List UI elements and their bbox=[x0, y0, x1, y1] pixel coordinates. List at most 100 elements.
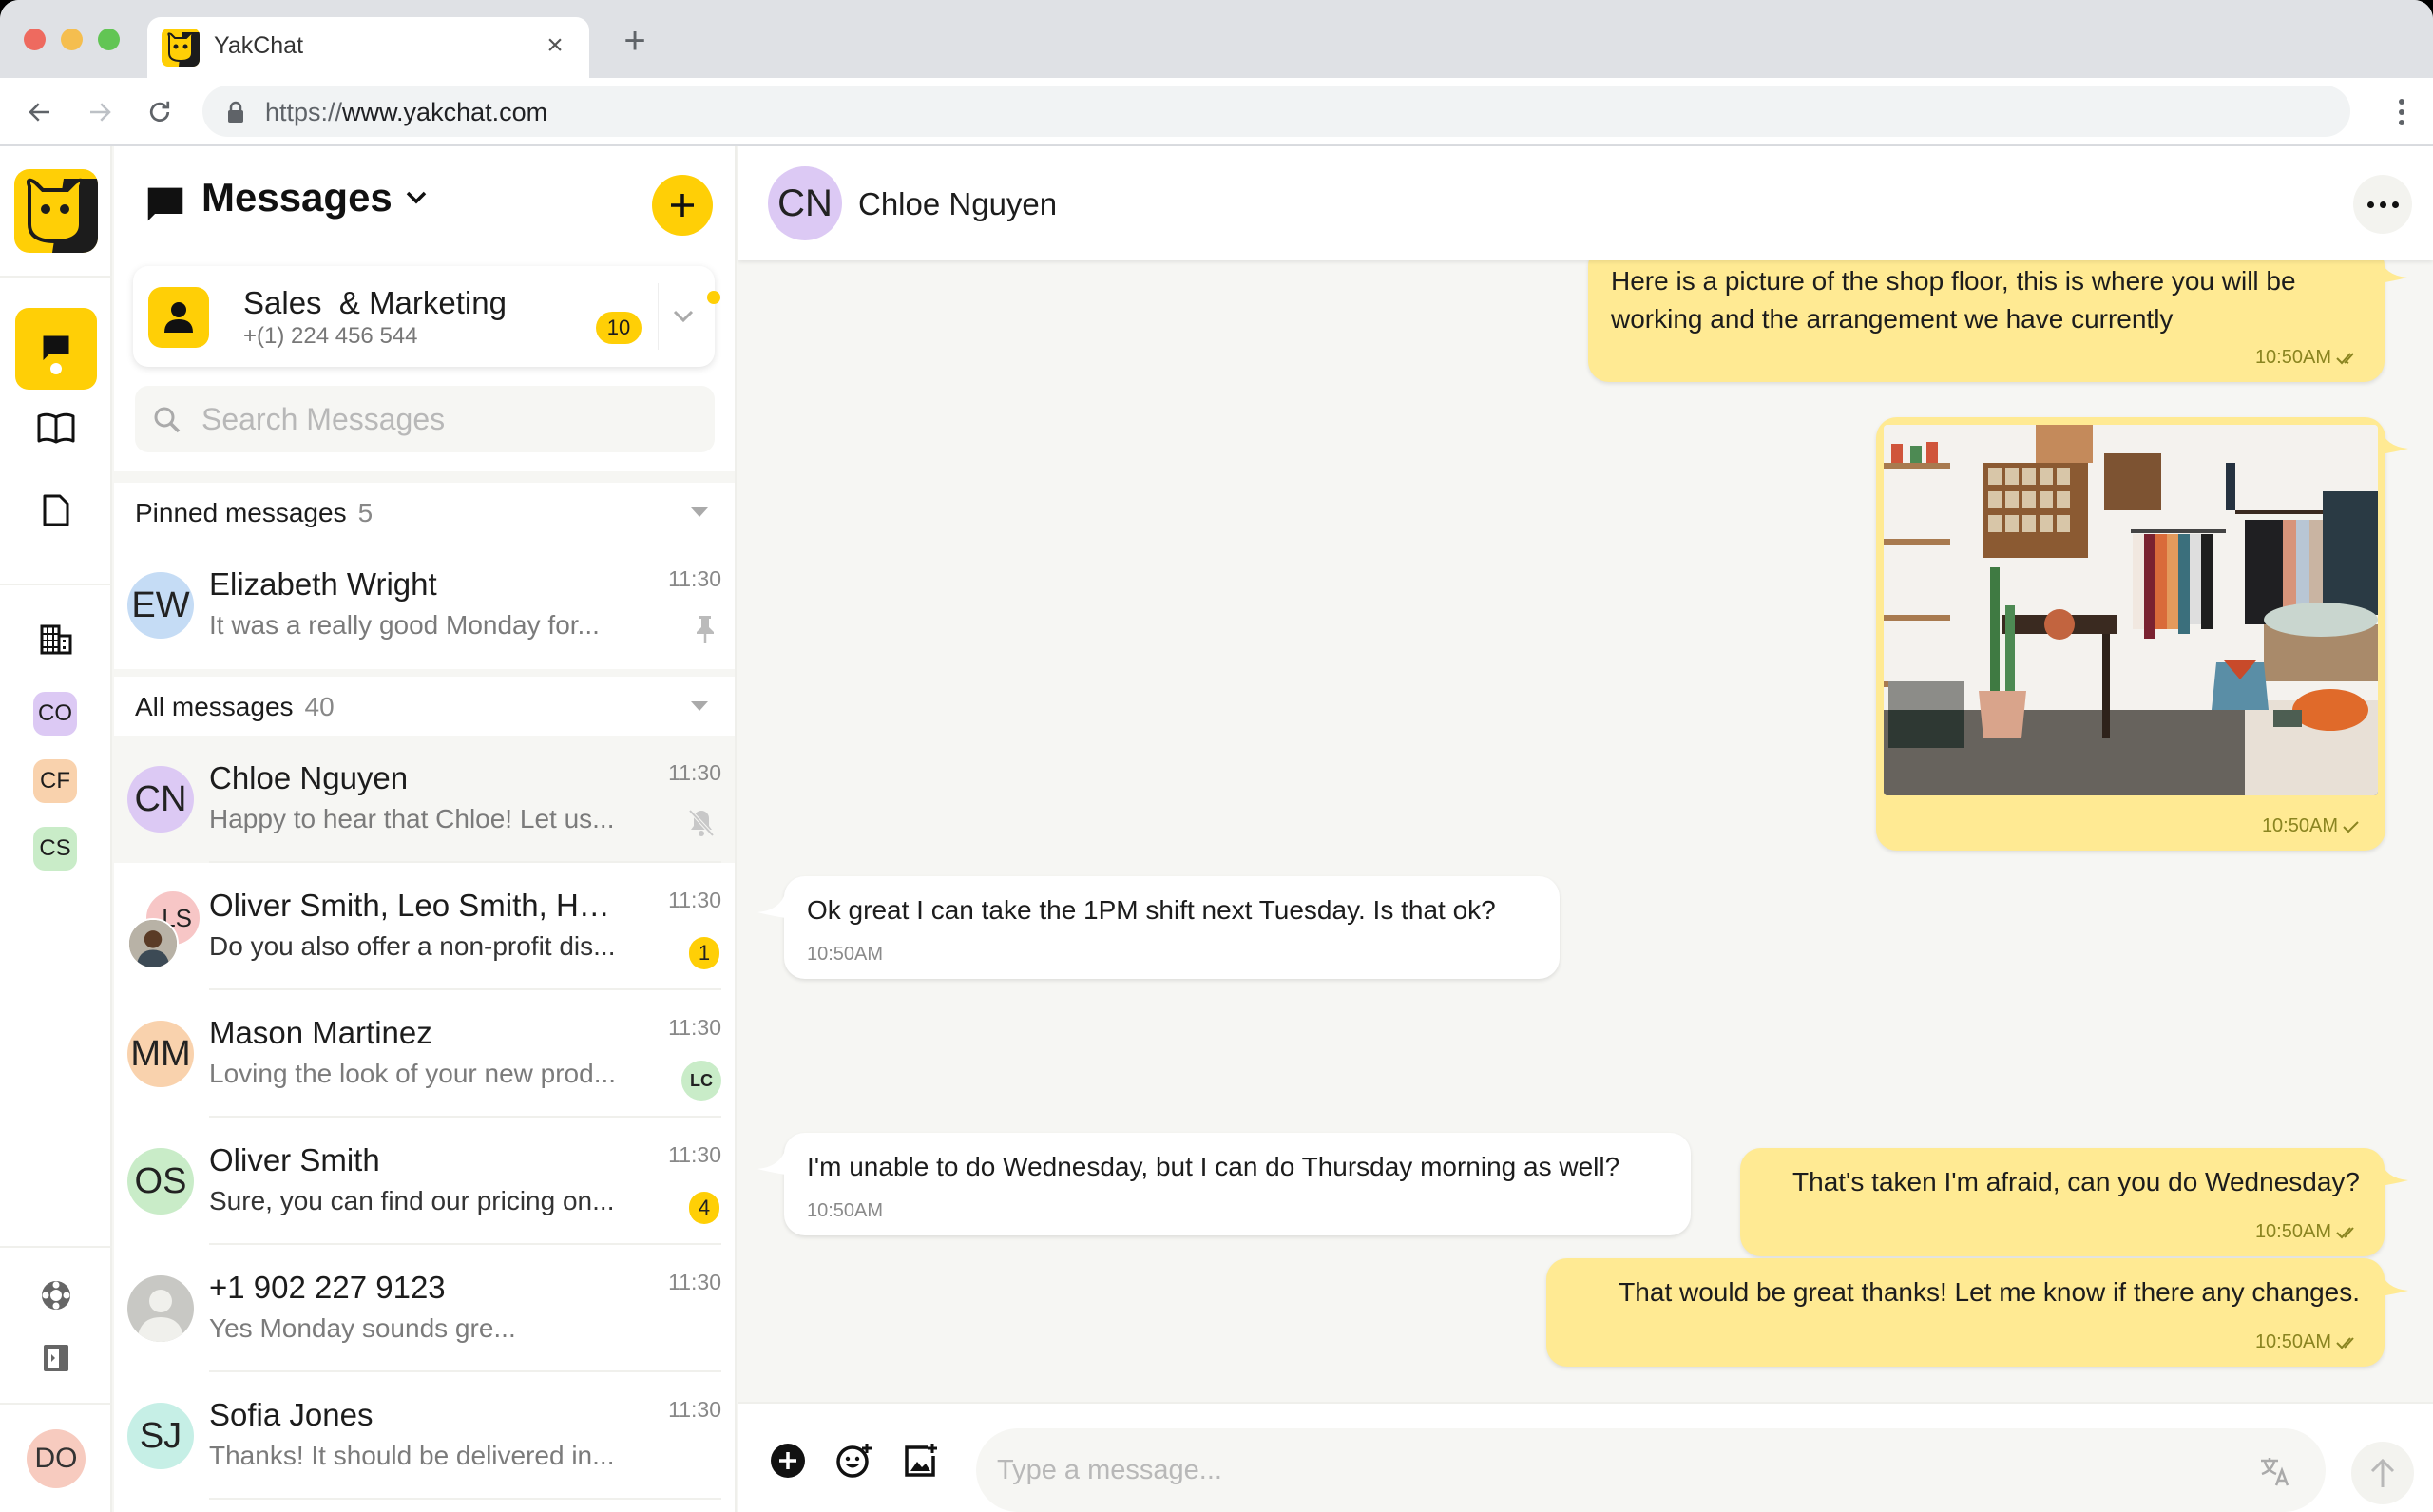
browser-tab[interactable]: YakChat × bbox=[147, 17, 589, 78]
address-bar[interactable]: https://www.yakchat.com bbox=[202, 86, 2350, 137]
attach-button[interactable] bbox=[767, 1440, 809, 1482]
message-time: 10:50AM bbox=[2254, 1331, 2331, 1352]
contact-name[interactable]: Chloe Nguyen bbox=[858, 186, 1057, 222]
conversation-preview: Yes Monday sounds gre... bbox=[209, 1313, 516, 1343]
pin-icon[interactable] bbox=[695, 614, 716, 644]
new-tab-button[interactable]: + bbox=[616, 22, 654, 61]
double-check-icon bbox=[2336, 1227, 2354, 1239]
chat-bubble-icon bbox=[43, 335, 69, 360]
reload-button[interactable] bbox=[139, 91, 181, 133]
rail-item-collapse[interactable] bbox=[15, 1317, 97, 1399]
divider bbox=[209, 1498, 721, 1500]
conversation-time: 11:30 bbox=[668, 760, 721, 785]
rail-item-directory[interactable] bbox=[15, 388, 97, 469]
message-input[interactable] bbox=[997, 1428, 2232, 1512]
conversation-item-active[interactable]: CN Chloe Nguyen Happy to hear that Chloe… bbox=[114, 736, 735, 863]
conversation-item[interactable]: LS Oliver Smith, Leo Smith, Hect... Do y… bbox=[114, 863, 735, 990]
search-input[interactable] bbox=[201, 386, 696, 452]
send-button[interactable] bbox=[2351, 1442, 2414, 1504]
message-text: Here is a picture of the shop floor, thi… bbox=[1611, 266, 2296, 334]
account-unread-badge: 10 bbox=[596, 312, 642, 344]
bubble-tail bbox=[757, 1148, 786, 1175]
message-incoming: Ok great I can take the 1PM shift next T… bbox=[784, 876, 1560, 979]
browser-menu-button[interactable] bbox=[2387, 91, 2416, 133]
conversation-time: 11:30 bbox=[668, 1015, 721, 1040]
sidebar-toggle-icon bbox=[44, 1345, 68, 1371]
bubble-tail bbox=[2380, 1270, 2408, 1296]
conversation-item[interactable]: SJ Sofia Jones Thanks! It should be deli… bbox=[114, 1372, 735, 1500]
list-header: Messages bbox=[114, 146, 735, 260]
message-meta: 10:50AM bbox=[2255, 1221, 2360, 1243]
tab-bar: YakChat × + bbox=[0, 0, 2433, 78]
rail-item-messages[interactable] bbox=[15, 308, 97, 390]
message-outgoing: Here is a picture of the shop floor, thi… bbox=[1588, 245, 2385, 382]
rail-divider bbox=[0, 584, 112, 585]
account-selector[interactable]: Sales & Marketing +(1) 224 456 544 10 bbox=[133, 266, 720, 367]
search-box bbox=[135, 386, 715, 452]
workspace-cf[interactable]: CF bbox=[33, 759, 77, 803]
conversation-name: Oliver Smith, Leo Smith, Hect... bbox=[209, 888, 627, 923]
contact-avatar[interactable]: CN bbox=[768, 166, 842, 240]
nav-rail: CO CF CS DO bbox=[0, 146, 112, 1512]
close-window-button[interactable] bbox=[24, 29, 46, 50]
conversation-time: 11:30 bbox=[668, 1270, 721, 1294]
conversation-list-panel: Messages Sales & Marketing +(1) 224 456 … bbox=[114, 146, 737, 1512]
section-title: Pinned messages 5 bbox=[135, 498, 373, 528]
muted-bell-icon bbox=[688, 809, 715, 837]
message-outgoing-image: 10:50AM bbox=[1876, 417, 2385, 851]
user-avatar[interactable]: DO bbox=[27, 1429, 86, 1488]
rail-item-organization[interactable] bbox=[15, 599, 97, 680]
person-placeholder-icon bbox=[137, 1290, 184, 1342]
back-button[interactable] bbox=[19, 91, 61, 133]
workspace-cs[interactable]: CS bbox=[33, 827, 77, 871]
shop-floor-photo[interactable] bbox=[1884, 425, 2378, 795]
chevron-down-icon[interactable] bbox=[404, 189, 429, 206]
conversation-name: Sofia Jones bbox=[209, 1397, 374, 1432]
unread-badge: 4 bbox=[689, 1192, 719, 1224]
url-text: https://www.yakchat.com bbox=[265, 98, 547, 127]
yakchat-logo[interactable] bbox=[14, 169, 98, 253]
conversation-item[interactable]: MM Mason Martinez Loving the look of you… bbox=[114, 990, 735, 1118]
conversation-item[interactable]: EW Elizabeth Wright It was a really good… bbox=[114, 542, 735, 669]
image-upload-button[interactable] bbox=[900, 1440, 942, 1482]
arrow-right-icon bbox=[90, 103, 111, 122]
url-scheme: https:// bbox=[265, 98, 343, 126]
assignee-badge: LC bbox=[681, 1061, 721, 1101]
translate-icon[interactable] bbox=[2259, 1455, 2291, 1487]
workspace-co[interactable]: CO bbox=[33, 692, 77, 736]
new-message-button[interactable] bbox=[652, 175, 713, 236]
rail-divider bbox=[0, 276, 112, 278]
pinned-label: Pinned messages bbox=[135, 498, 347, 527]
notification-dot bbox=[707, 291, 720, 304]
conversation-item[interactable]: OS Oliver Smith Sure, you can find our p… bbox=[114, 1118, 735, 1245]
conversation-preview: Thanks! It should be delivered in... bbox=[209, 1441, 615, 1470]
conversation-name: Oliver Smith bbox=[209, 1142, 380, 1177]
account-name: Sales & Marketing bbox=[243, 285, 507, 320]
file-icon bbox=[43, 494, 69, 526]
pinned-section-header[interactable]: Pinned messages 5 bbox=[114, 483, 735, 542]
rail-item-documents[interactable] bbox=[15, 469, 97, 551]
caret-down-icon[interactable] bbox=[691, 507, 708, 517]
avatar: OS bbox=[127, 1148, 194, 1215]
conversation-preview: Happy to hear that Chloe! Let us... bbox=[209, 804, 615, 833]
minimize-window-button[interactable] bbox=[61, 29, 83, 50]
url-host: www.yakchat.com bbox=[342, 98, 548, 126]
all-section-header[interactable]: All messages 40 bbox=[114, 677, 735, 736]
emoji-icon bbox=[836, 1444, 872, 1478]
forward-button[interactable] bbox=[79, 91, 121, 133]
chevron-down-icon[interactable] bbox=[671, 308, 696, 325]
close-tab-button[interactable]: × bbox=[538, 27, 572, 65]
message-outgoing: That would be great thanks! Let me know … bbox=[1546, 1258, 2385, 1367]
maximize-window-button[interactable] bbox=[98, 29, 120, 50]
rail-divider bbox=[0, 1246, 112, 1248]
conversation-item[interactable]: +1 902 227 9123 Yes Monday sounds gre...… bbox=[114, 1245, 735, 1372]
message-outgoing: That's taken I'm afraid, can you do Wedn… bbox=[1740, 1148, 2385, 1256]
message-time: 10:50AM bbox=[807, 1200, 884, 1221]
message-text: That would be great thanks! Let me know … bbox=[1619, 1277, 2360, 1307]
more-options-button[interactable] bbox=[2353, 175, 2412, 234]
message-text: I'm unable to do Wednesday, but I can do… bbox=[807, 1152, 1620, 1181]
message-time: 10:50AM bbox=[2254, 347, 2331, 368]
emoji-button[interactable] bbox=[833, 1440, 875, 1482]
message-meta: 10:50AM bbox=[2255, 1331, 2360, 1353]
caret-down-icon[interactable] bbox=[691, 701, 708, 711]
